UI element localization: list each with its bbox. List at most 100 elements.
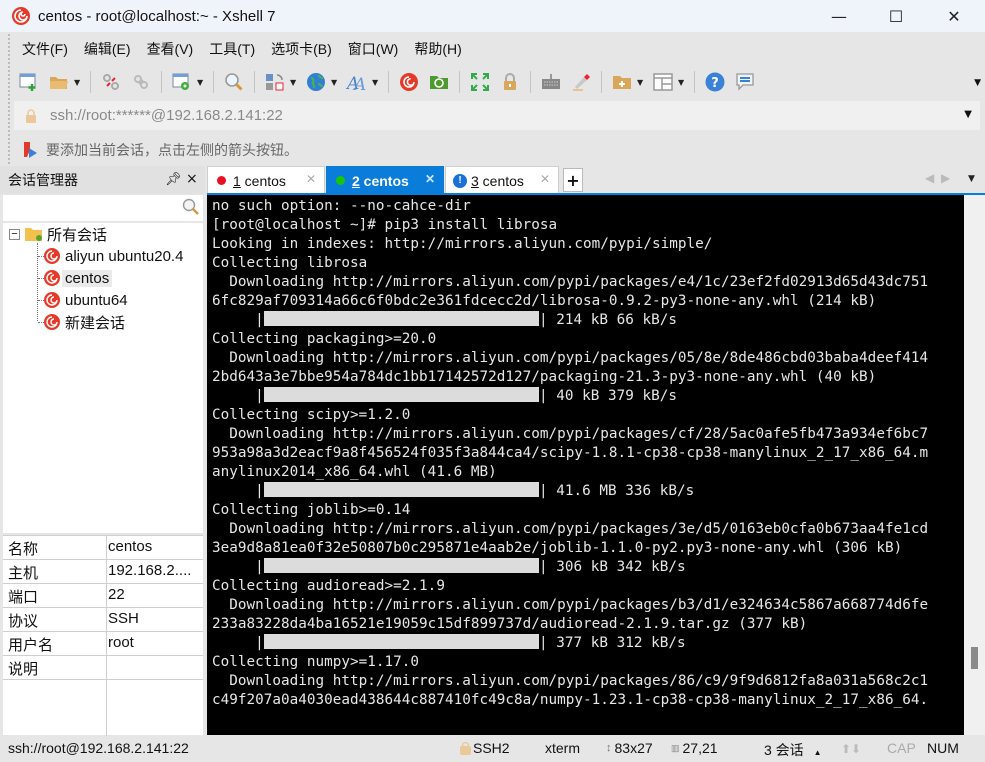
session-search-input[interactable] [3, 195, 203, 221]
address-bar[interactable]: ssh://root:******@192.168.2.141:22 ▼ [14, 101, 980, 130]
progress-line: | | 40 kB 379 kB/s [212, 387, 677, 407]
property-value: 192.168.2.... [108, 562, 192, 579]
folder-icon [25, 228, 42, 241]
menu-edit[interactable]: 编辑(E) [76, 39, 139, 59]
resize-icon: ↕ [606, 742, 612, 754]
properties-dropdown[interactable]: ▼ [197, 78, 205, 87]
property-row: 说明 [3, 656, 203, 680]
pin-icon[interactable]: 📌︎ [165, 172, 182, 187]
tab-2-centos[interactable]: 2 centos ✕ [326, 166, 444, 194]
session-item[interactable]: aliyun ubuntu20.4 [43, 245, 183, 267]
globe-dropdown[interactable]: ▼ [331, 78, 339, 87]
layout-dropdown[interactable]: ▼ [678, 78, 686, 87]
progress-bar [263, 311, 539, 326]
tab-number: 1 [233, 172, 241, 189]
scrollbar-thumb[interactable] [971, 647, 978, 669]
session-properties-table: 名称 centos 主机 192.168.2.... 端口 22 协议 SSH 用户名 r… [3, 535, 203, 736]
tab-scroll-right-icon[interactable]: ▶ [941, 171, 950, 185]
transfer-button[interactable] [263, 70, 287, 94]
open-button[interactable] [47, 70, 71, 94]
status-dot-connected-icon [336, 176, 345, 185]
progress-line: | | 377 kB 312 kB/s [212, 634, 686, 654]
new-tab-button[interactable]: + [563, 168, 583, 192]
toolbar-separator [530, 71, 531, 93]
tab-1-centos[interactable]: 1 centos ✕ [207, 166, 325, 194]
xshell-window: centos - root@localhost:~ - Xshell 7 — ☐… [0, 0, 985, 762]
menu-view[interactable]: 查看(V) [139, 39, 202, 59]
session-item-selected[interactable]: centos [43, 267, 113, 289]
maximize-button[interactable]: ☐ [867, 0, 925, 32]
menu-window[interactable]: 窗口(W) [340, 39, 407, 59]
session-manager-close-icon[interactable]: × [186, 171, 198, 187]
fullscreen-button[interactable] [468, 70, 492, 94]
tab-strip: 1 centos ✕ 2 centos ✕ ! 3 centos ✕ + ◀ ▶… [207, 166, 985, 194]
tab-list-dropdown-icon[interactable]: ▼ [968, 174, 975, 184]
tab-close-icon[interactable]: ✕ [425, 172, 435, 186]
session-item[interactable]: ubuntu64 [43, 289, 128, 311]
tab-scroll-left-icon[interactable]: ◀ [925, 171, 934, 185]
menu-tab[interactable]: 选项卡(B) [263, 39, 340, 59]
menu-file[interactable]: 文件(F) [14, 39, 76, 59]
progress-stats: | 214 kB 66 kB/s [538, 312, 677, 328]
tab-name: centos [240, 172, 286, 189]
tab-close-icon[interactable]: ✕ [306, 172, 316, 186]
protocol-label: SSH2 [473, 740, 510, 756]
session-item-label: aliyun ubuntu20.4 [65, 247, 184, 265]
toolbar-grip[interactable] [0, 34, 10, 164]
reconnect-button[interactable] [129, 70, 153, 94]
new-folder-dropdown[interactable]: ▼ [637, 78, 645, 87]
session-properties-button[interactable] [170, 70, 194, 94]
menu-tools[interactable]: 工具(T) [201, 39, 263, 59]
keyboard-button[interactable] [539, 70, 563, 94]
highlight-button[interactable] [569, 70, 593, 94]
collapse-icon[interactable]: − [9, 228, 20, 240]
progress-line: | | 214 kB 66 kB/s [212, 311, 677, 331]
tab-number: 3 [471, 172, 479, 189]
minimize-button[interactable]: — [810, 0, 868, 32]
address-input[interactable]: ssh://root:******@192.168.2.141:22 [50, 107, 283, 124]
new-session-button[interactable] [17, 70, 41, 94]
terminal[interactable]: no such option: --no-cahce-dir [root@loca… [207, 195, 964, 735]
status-term: xterm [545, 740, 580, 756]
scroll-arrows-icon[interactable]: ⬆⬇ [841, 742, 861, 756]
tab-label: 3 centos [471, 173, 524, 189]
lock-button[interactable] [498, 70, 522, 94]
session-item[interactable]: 新建会话 [43, 311, 125, 333]
open-dropdown[interactable]: ▼ [74, 78, 82, 87]
chat-button[interactable] [733, 70, 757, 94]
transfer-dropdown[interactable]: ▼ [290, 78, 298, 87]
tab-close-icon[interactable]: ✕ [540, 172, 550, 186]
progress-bar [263, 387, 539, 402]
property-value: 22 [108, 586, 125, 603]
disconnect-button[interactable] [99, 70, 123, 94]
find-button[interactable] [222, 70, 246, 94]
font-button[interactable]: AA [345, 70, 369, 94]
terminal-scrollbar[interactable] [964, 195, 985, 735]
help-button[interactable]: ? [703, 70, 727, 94]
xshell-button[interactable] [397, 70, 421, 94]
add-session-arrow-icon[interactable] [22, 141, 40, 159]
close-button[interactable]: ✕ [925, 0, 983, 32]
address-dropdown-icon[interactable]: ▼ [964, 109, 972, 120]
tree-root-all-sessions[interactable]: − 所有会话 [9, 223, 107, 245]
xftp-button[interactable] [427, 70, 451, 94]
sessions-count: 3 会话 [764, 742, 804, 758]
font-dropdown[interactable]: ▼ [372, 78, 380, 87]
tab-3-centos[interactable]: ! 3 centos ✕ [445, 166, 559, 194]
terminal-line: Looking in indexes: http://mirrors.aliyu… [212, 236, 713, 252]
progress-stats: | 40 kB 379 kB/s [538, 388, 677, 404]
new-folder-button[interactable] [610, 70, 634, 94]
toolbar-separator [694, 71, 695, 93]
layout-button[interactable] [651, 70, 675, 94]
status-sessions[interactable]: 3 会话 ▲ [764, 740, 822, 760]
session-tree: − 所有会话 aliyun ubuntu20.4 centos ubuntu64… [3, 223, 203, 533]
window-title: centos - root@localhost:~ - Xshell 7 [38, 7, 276, 25]
search-icon[interactable] [182, 198, 200, 216]
globe-button[interactable] [304, 70, 328, 94]
toolbar-overflow-dropdown[interactable]: ▼ [974, 78, 981, 88]
lock-icon [504, 73, 516, 90]
property-row: 端口 22 [3, 584, 203, 608]
menu-help[interactable]: 帮助(H) [406, 39, 469, 59]
property-row: 用户名 root [3, 632, 203, 656]
session-properties-icon [172, 73, 189, 90]
